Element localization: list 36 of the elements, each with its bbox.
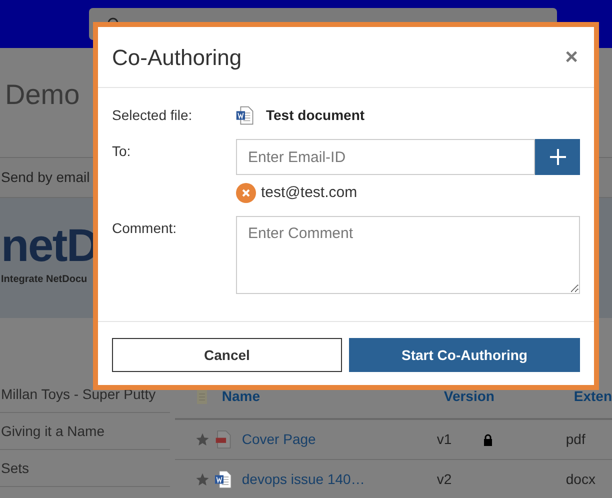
file-name-link[interactable]: devops issue 140… bbox=[242, 469, 437, 490]
word-document-icon bbox=[236, 106, 254, 124]
file-name-link[interactable]: Cover Page bbox=[242, 429, 437, 450]
table-cell-text: v1 bbox=[436, 430, 453, 449]
word-document-icon bbox=[214, 470, 232, 489]
column-header[interactable]: Version bbox=[444, 386, 574, 407]
plus-icon bbox=[548, 148, 566, 166]
pdf-document-icon bbox=[214, 430, 232, 449]
banner-tagline: Integrate NetDocu bbox=[1, 273, 88, 287]
start-button[interactable]: Start Co-Authoring bbox=[349, 338, 580, 372]
column-header[interactable]: Exten bbox=[574, 386, 612, 407]
dialog-title: Co-Authoring bbox=[112, 44, 242, 72]
table-row[interactable]: devops issue 140… v2 docx bbox=[174, 460, 612, 498]
add-button[interactable] bbox=[535, 139, 580, 175]
comment-field[interactable]: Enter Comment bbox=[236, 216, 580, 294]
table-cell-text: docx bbox=[566, 470, 596, 489]
sidebar-item[interactable]: Giving it a Name bbox=[0, 413, 170, 450]
file-name: Test document bbox=[266, 106, 365, 124]
star-icon[interactable] bbox=[194, 472, 210, 487]
star-icon[interactable] bbox=[194, 432, 210, 447]
recipient-email: test@test.com bbox=[261, 182, 358, 203]
sidebar-item[interactable]: Sets bbox=[0, 450, 170, 487]
email-field[interactable]: Enter Email-ID bbox=[236, 139, 535, 175]
field-label: Comment: bbox=[112, 219, 178, 238]
table-row[interactable]: Cover Page v1 pdf bbox=[174, 420, 612, 460]
field-label: To: bbox=[112, 142, 132, 161]
table-cell-text: v2 bbox=[436, 470, 453, 489]
document-icon bbox=[196, 390, 207, 404]
table-cell-text: pdf bbox=[566, 430, 586, 449]
close-button[interactable]: × bbox=[565, 46, 578, 68]
remove-icon[interactable] bbox=[236, 183, 256, 203]
column-header[interactable]: Name bbox=[222, 386, 444, 407]
cancel-button[interactable]: Cancel bbox=[112, 338, 342, 372]
field-label: Selected file: bbox=[112, 106, 194, 124]
page-title: Demo bbox=[5, 79, 80, 110]
toolbar-button[interactable]: Send by email bbox=[1, 167, 90, 188]
